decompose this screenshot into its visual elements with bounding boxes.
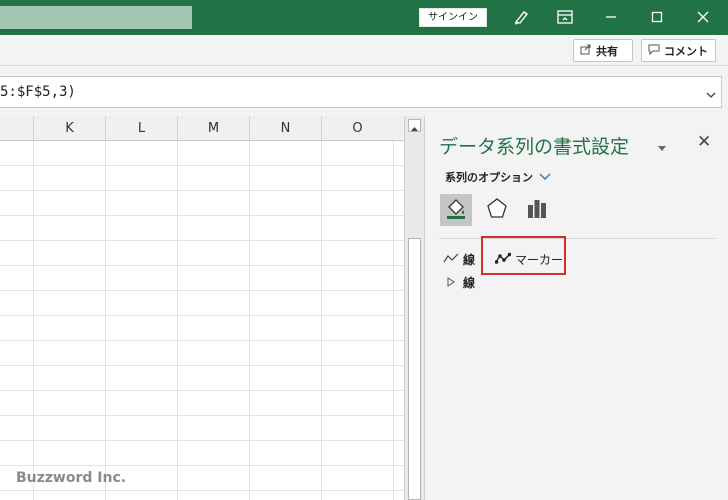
formula-bar-area: 5:$F$5,3) — [0, 66, 728, 116]
effects-tab[interactable] — [481, 194, 513, 226]
vertical-scrollbar[interactable] — [404, 116, 424, 500]
line-icon — [443, 252, 459, 267]
scrollbar-thumb[interactable] — [408, 238, 421, 500]
column-header[interactable]: M — [177, 116, 249, 141]
column-headers: K L M N O — [0, 116, 404, 141]
effects-icon — [486, 197, 508, 223]
subtab-line[interactable]: 線 — [443, 248, 475, 270]
expand-formula-icon[interactable] — [705, 86, 717, 105]
share-icon — [580, 43, 592, 58]
series-options-tab[interactable] — [521, 194, 553, 226]
fill-line-tab[interactable] — [440, 194, 472, 226]
sign-in-button[interactable]: サインイン — [419, 8, 487, 27]
column-header[interactable]: N — [249, 116, 321, 141]
search-box[interactable] — [0, 6, 192, 29]
scroll-up-button[interactable] — [408, 119, 421, 132]
close-icon[interactable] — [691, 5, 715, 29]
comments-label: コメント — [664, 44, 708, 58]
pane-title: データ系列の書式設定 — [439, 136, 630, 158]
ribbon-strip: 共有 コメント — [0, 35, 728, 66]
share-button[interactable]: 共有 — [573, 39, 633, 62]
chevron-down-icon — [539, 171, 551, 184]
subtab-line-label: 線 — [463, 252, 476, 267]
column-header[interactable]: K — [33, 116, 105, 141]
column-header[interactable]: L — [105, 116, 177, 141]
comments-button[interactable]: コメント — [641, 39, 716, 62]
pane-close-icon[interactable]: ✕ — [697, 132, 711, 152]
series-options-icon — [526, 197, 548, 223]
minimize-icon[interactable] — [599, 5, 623, 29]
line-section-header[interactable]: 線 — [447, 274, 475, 291]
series-options-dropdown[interactable]: 系列のオプション — [445, 169, 551, 185]
title-bar: サインイン — [0, 0, 728, 35]
fill-line-icon — [444, 196, 468, 224]
format-data-series-pane: データ系列の書式設定 ✕ 系列のオプション 線 マーカー 線 — [424, 116, 728, 500]
marker-tab-highlight — [481, 236, 566, 275]
column-header[interactable]: O — [321, 116, 393, 141]
cell-area[interactable] — [0, 141, 404, 500]
pen-icon[interactable] — [509, 5, 533, 29]
pane-options-dropdown-icon[interactable] — [657, 138, 667, 157]
line-section-label: 線 — [463, 276, 476, 290]
expand-triangle-icon — [447, 276, 455, 290]
spreadsheet-grid[interactable]: K L M N O — [0, 116, 404, 500]
excel-window: サインイン 共有 コメント 5:$F$5,3) K L M N O Buzzwo… — [0, 0, 728, 500]
maximize-icon[interactable] — [645, 5, 669, 29]
series-options-label: 系列のオプション — [445, 171, 533, 184]
watermark: Buzzword Inc. — [16, 470, 127, 486]
ribbon-display-icon[interactable] — [553, 5, 577, 29]
formula-bar[interactable]: 5:$F$5,3) — [0, 76, 722, 108]
formula-text[interactable]: 5:$F$5,3) — [0, 84, 76, 100]
share-label: 共有 — [596, 44, 618, 58]
comment-icon — [648, 43, 660, 58]
